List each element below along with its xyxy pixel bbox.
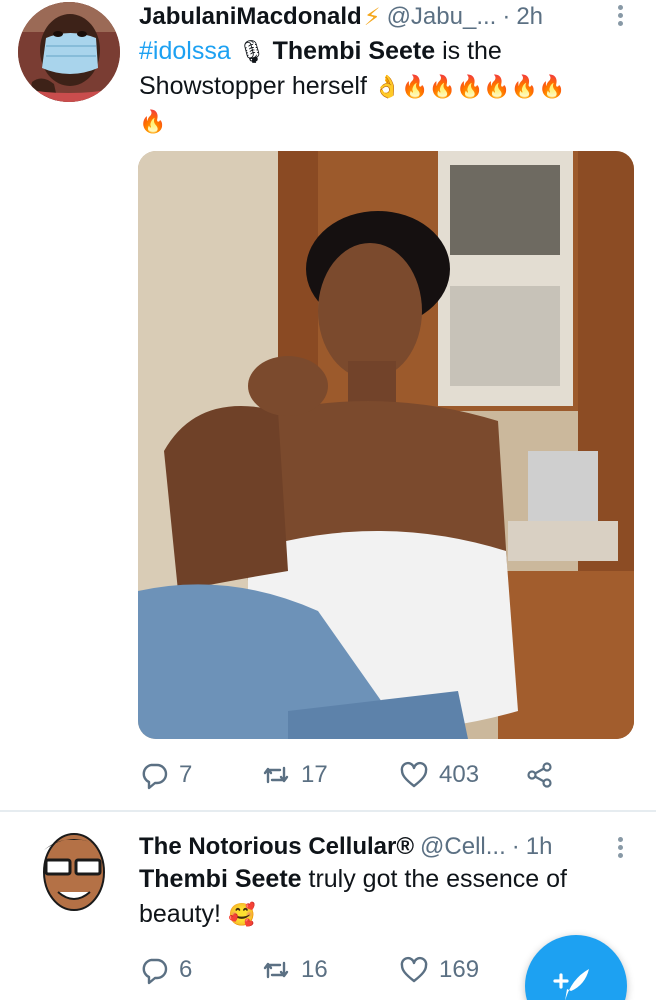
- retweet-icon: [263, 961, 289, 979]
- like-count: 169: [439, 956, 480, 983]
- retweet-count: 16: [301, 956, 328, 983]
- tweet-text-line2: beauty!: [139, 900, 222, 928]
- fire-emoji: 🔥: [139, 109, 167, 134]
- mention-name: Thembi Seete: [272, 37, 436, 65]
- share-button[interactable]: [525, 760, 555, 790]
- tweet-header: The Notorious Cellular® @Cell... · 1h: [139, 830, 620, 864]
- tweet-text: Thembi Seete truly got the essence of be…: [139, 862, 636, 932]
- retweet-button[interactable]: 16: [261, 955, 328, 985]
- author-name[interactable]: The Notorious Cellular®: [139, 833, 414, 861]
- tweet-text: #idolssa 🎙 Thembi Seete is the Showstopp…: [139, 34, 636, 139]
- tweet[interactable]: JabulaniMacdonald ⚡ @Jabu_... · 2h #idol…: [0, 0, 656, 812]
- more-options-icon[interactable]: [610, 2, 630, 32]
- like-count: 403: [439, 761, 480, 788]
- share-icon: [527, 762, 552, 788]
- like-button[interactable]: 403: [399, 760, 479, 790]
- avatar-image: [18, 2, 120, 102]
- microphone-emoji: 🎙: [237, 39, 266, 64]
- reply-count: 6: [179, 956, 193, 983]
- tweet-header: JabulaniMacdonald ⚡ @Jabu_... · 2h: [139, 0, 620, 34]
- reply-count: 7: [179, 761, 193, 788]
- reply-button[interactable]: 7: [139, 760, 192, 790]
- photo-image: [138, 151, 634, 739]
- heart-icon: [400, 761, 428, 788]
- compose-tweet-icon: [553, 969, 589, 1000]
- tweet-time[interactable]: 2h: [516, 3, 543, 31]
- lightning-bolt-icon: ⚡: [363, 3, 381, 31]
- like-button[interactable]: 169: [399, 955, 479, 985]
- retweet-count: 17: [301, 761, 328, 788]
- reply-icon: [142, 763, 168, 790]
- avatar-image: [18, 820, 122, 924]
- heart-icon: [400, 956, 428, 983]
- reply-button[interactable]: 6: [139, 955, 192, 985]
- separator-dot: ·: [511, 833, 520, 860]
- more-options-icon[interactable]: [610, 834, 630, 864]
- avatar[interactable]: [18, 2, 120, 102]
- tweet-text-line1: truly got the essence of: [301, 865, 568, 893]
- author-handle[interactable]: @Cell...: [420, 833, 506, 861]
- tweet-photo[interactable]: [138, 151, 634, 739]
- smiling-hearts-emoji: 🥰: [227, 902, 256, 927]
- tweet-text-line1: is the: [435, 37, 502, 65]
- retweet-icon: [263, 766, 289, 784]
- separator-dot: ·: [502, 3, 511, 30]
- reply-icon: [142, 958, 168, 985]
- author-handle[interactable]: @Jabu_...: [387, 3, 497, 31]
- author-name[interactable]: JabulaniMacdonald: [139, 3, 362, 31]
- hashtag-link[interactable]: #idolssa: [139, 37, 231, 65]
- retweet-button[interactable]: 17: [261, 760, 328, 790]
- avatar[interactable]: [18, 820, 122, 924]
- tweet-time[interactable]: 1h: [526, 833, 553, 861]
- emoji-row: 👌🔥🔥🔥🔥🔥🔥: [373, 74, 566, 99]
- mention-name: Thembi Seete: [139, 865, 302, 893]
- tweet-text-line2: Showstopper herself: [139, 72, 367, 100]
